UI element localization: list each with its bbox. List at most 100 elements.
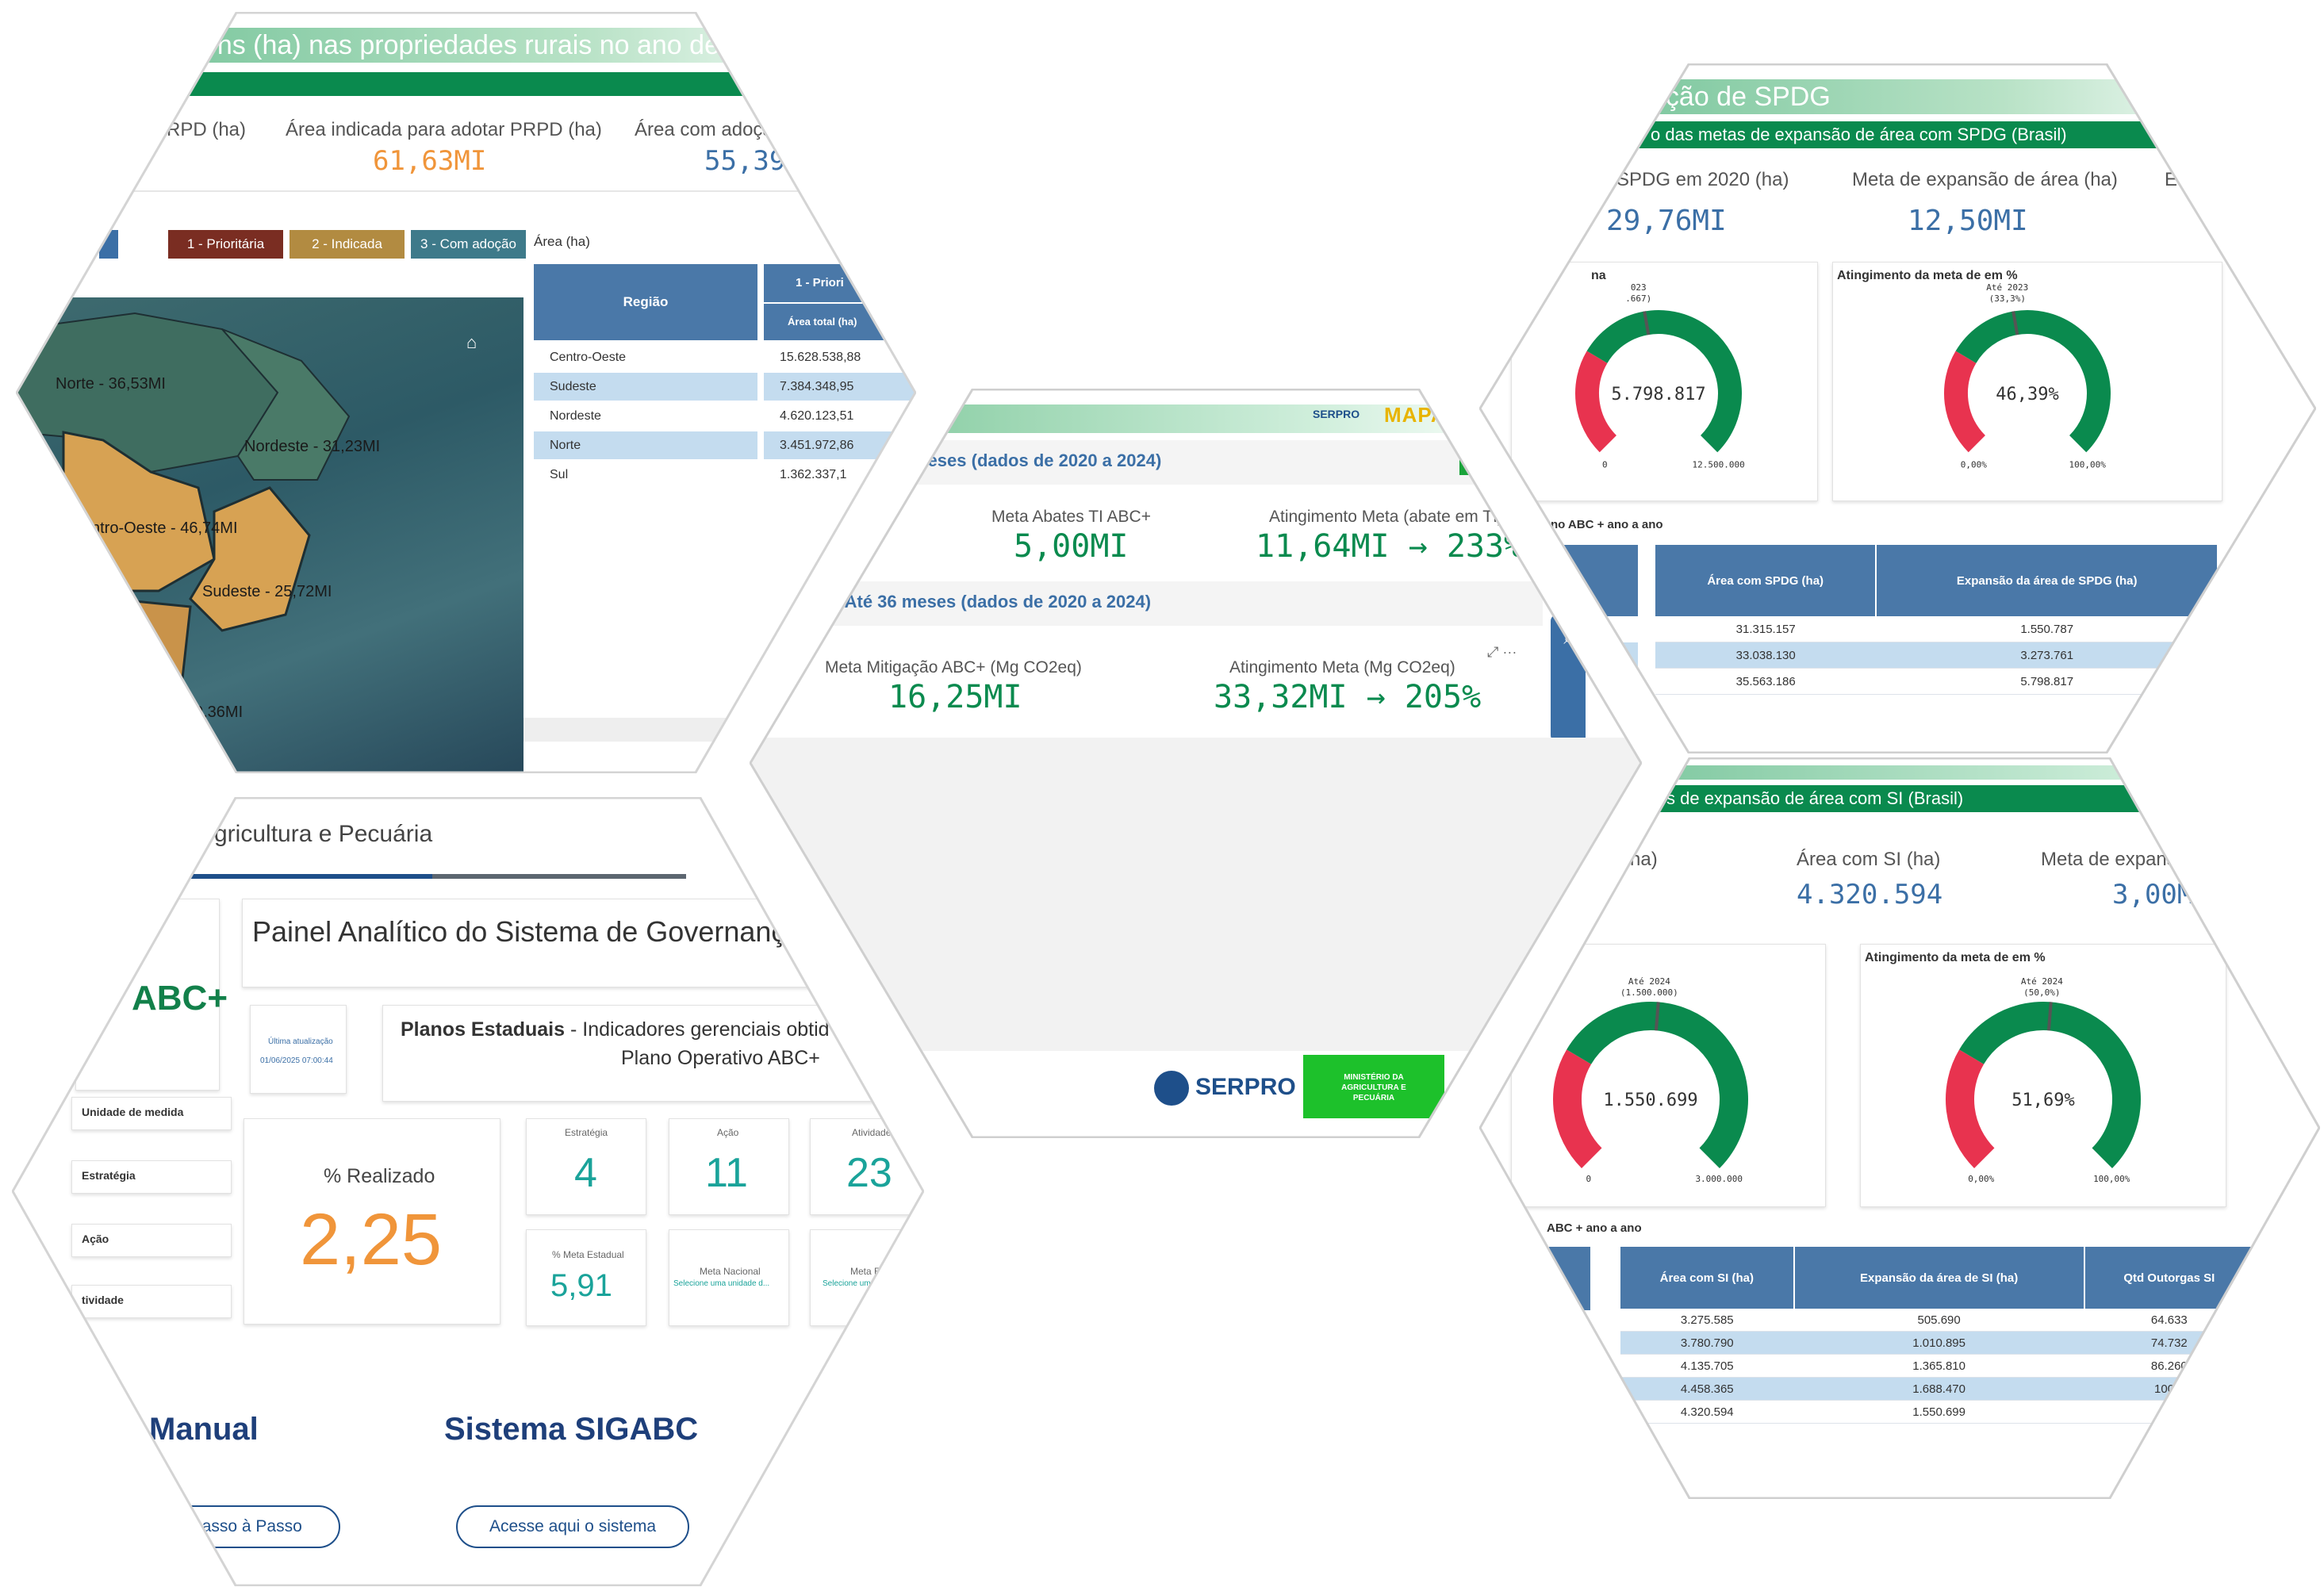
- center-blank-area: [750, 738, 1642, 1055]
- table-cell: 3.780.790: [1620, 1331, 1794, 1355]
- gauge-high-band: [1586, 310, 1742, 453]
- table-cell: 1.550.787: [1876, 616, 2218, 642]
- table-header-row: Área com SI (ha) Expansão da área de SI (…: [1620, 1247, 2256, 1309]
- hex-regional-map-panel: gens (ha) nas propriedades rurais no ano…: [16, 12, 916, 773]
- count-label: Ação: [717, 1127, 739, 1138]
- table-row[interactable]: 4.135.705 1.365.810 86.260: [1620, 1354, 2254, 1378]
- divider: [111, 190, 865, 192]
- count-label: Estratégia: [565, 1127, 608, 1138]
- region-table-body: Centro-Oeste 15.628.538,88 Sudeste 7.384.34…: [534, 343, 916, 490]
- kpi-label-atingimento-abate: Atingimento Meta (abate em TI): [1269, 508, 1503, 526]
- gauge-card-2: Atingimento da meta de em % 46,39% 0,00% 1…: [1832, 262, 2222, 501]
- kpi-value-area-si: 4.320.594: [1797, 879, 1943, 911]
- count-card-acao: Ação 11: [669, 1118, 789, 1215]
- ministry-footer-logo: MINISTÉRIO DA AGRICULTURA E PECUÁRIA: [1303, 1055, 1444, 1118]
- region-table-row[interactable]: Centro-Oeste 15.628.538,88: [534, 343, 916, 373]
- gauge-low-band: [1553, 1049, 1602, 1168]
- table-cell: 100.7: [2084, 1377, 2254, 1401]
- region-area-cell: 1.362.337,1: [764, 461, 916, 489]
- side-search-tab[interactable]: ⌕: [1551, 615, 1586, 742]
- gauge-high-band: [1567, 1002, 1748, 1168]
- region-table-row[interactable]: Norte 3.451.972,86: [534, 431, 916, 461]
- table-header-cell[interactable]: Expansão da área de SPDG (ha): [1876, 545, 2219, 616]
- table-row[interactable]: 3.275.585 505.690 64.633: [1620, 1309, 2254, 1332]
- filter-label: Unidade de medida: [82, 1106, 184, 1118]
- legend-indicada[interactable]: 2 - Indicada: [290, 230, 405, 259]
- kpi-value-atingimento-abate: 11,64MI → 233%: [1256, 528, 1524, 565]
- hex-spdg-panel: oção de SPDG o das metas de expansão de …: [1479, 63, 2316, 753]
- gauge-target-label: Até 2024: [2021, 976, 2063, 987]
- gauge-value-label: 1.550.699: [1603, 1091, 1697, 1110]
- update-label: Última atualização: [268, 1037, 333, 1046]
- gauge-value-label: 51,69%: [2011, 1091, 2074, 1110]
- plans-subtitle: Plano Operativo ABC+: [621, 1047, 820, 1069]
- table-row[interactable]: 4.458.365 1.688.470 100.7: [1620, 1377, 2254, 1401]
- table-cell: 1.010.895: [1793, 1331, 2084, 1355]
- filter-atividade[interactable]: tividade: [71, 1285, 232, 1318]
- table-cell: 505.690: [1793, 1309, 2084, 1332]
- filter-acao[interactable]: Ação: [71, 1224, 232, 1257]
- meta-nacional-hint: Selecione uma unidade d...: [673, 1279, 770, 1288]
- table-header-cell[interactable]: Área com SPDG (ha): [1655, 545, 1877, 616]
- region-area-cell: 15.628.538,88: [764, 343, 916, 371]
- meta-estadual-card: % Meta Estadual 5,91: [526, 1229, 646, 1326]
- legend-com-adocao[interactable]: 3 - Com adoção: [411, 230, 526, 259]
- count-value: 23: [846, 1150, 892, 1196]
- meta-esta-card: Meta Esta Selecione uma: [810, 1229, 924, 1326]
- mapa-logo-small: MAPA: [1384, 403, 1447, 427]
- si-table-left-band: [1549, 1247, 1590, 1310]
- region-table-header-col: 1 - Priori: [764, 264, 916, 302]
- map-home-icon[interactable]: ⌂: [466, 333, 485, 352]
- si-table: Área com SI (ha) Expansão da área de SI (…: [1620, 1247, 2256, 1424]
- kpi-value-area-adocao: 55,39M: [704, 145, 802, 177]
- meta-nacional-label: Meta Nacional: [700, 1266, 761, 1277]
- filter-label: Estratégia: [82, 1169, 136, 1182]
- realizado-value: 2,25: [300, 1199, 443, 1280]
- region-area-cell: 4.620.123,51: [764, 402, 916, 430]
- realizado-label: % Realizado: [324, 1165, 435, 1187]
- realizado-card: % Realizado 2,25: [244, 1118, 500, 1325]
- panel-title: Painel Analítico do Sistema de Governanç: [252, 915, 786, 948]
- table-row[interactable]: 3.780.790 1.010.895 74.732: [1620, 1331, 2254, 1355]
- map-label-norte: Norte - 36,53MI: [56, 375, 166, 393]
- region-table-row[interactable]: Nordeste 4.620.123,51: [534, 402, 916, 431]
- gauge-target-label: Até 2024: [1628, 976, 1670, 987]
- count-value: 11: [705, 1150, 748, 1196]
- region-name-cell: Sudeste: [534, 373, 757, 401]
- table-header-cell[interactable]: Qtd Outorgas SI: [2084, 1247, 2256, 1309]
- region-table-row[interactable]: Sul 1.362.337,1: [534, 461, 916, 490]
- kpi-label-ha: ha): [1630, 849, 1658, 870]
- region-name-cell: Nordeste: [534, 402, 757, 430]
- gauge-si-area: 1.550.699 0 3.000.000 Até 2024(1.500.000): [1553, 976, 1748, 1184]
- count-card-atividade: Atividade 23: [810, 1118, 924, 1215]
- gauge-value-label: 5.798.817: [1611, 385, 1705, 404]
- table-header-row: Área com SPDG (ha) Expansão da área de SP…: [1655, 545, 2219, 616]
- kpi-value-meta-expansao: 12,50MI: [1908, 205, 2028, 237]
- gauge-max-label: 3.000.000: [1695, 1174, 1743, 1184]
- gauge-high-band: [1955, 310, 2111, 453]
- filter-label: tividade: [82, 1294, 124, 1306]
- kpi-label-area-si: Área com SI (ha): [1797, 849, 1941, 870]
- filter-estrategia[interactable]: Estratégia: [71, 1160, 232, 1194]
- table-cell: 3.273.761: [1876, 642, 2218, 669]
- region-table-row[interactable]: Sudeste 7.384.348,95: [534, 373, 916, 402]
- table-cell: 86.260: [2084, 1354, 2254, 1378]
- region-map[interactable]: ⌂ Norte - 36,53MI Nordeste - 31,23MI ntr…: [16, 297, 523, 773]
- table-cell: 4.135.705: [1620, 1354, 1794, 1378]
- table-header-cell[interactable]: Área com SI (ha): [1620, 1247, 1795, 1309]
- filter-unidade[interactable]: Unidade de medida: [71, 1097, 232, 1130]
- si-banner: [1638, 765, 2146, 780]
- manual-button[interactable]: o Passo à Passo: [139, 1505, 340, 1548]
- table-row[interactable]: 31.315.157 1.550.787: [1655, 616, 2218, 642]
- expand-icon[interactable]: ⤢ ⋯: [1487, 644, 1543, 666]
- sistema-button[interactable]: Acesse aqui o sistema: [456, 1505, 689, 1548]
- legend-prioritaria[interactable]: 1 - Prioritária: [168, 230, 283, 259]
- table-row[interactable]: 33.038.130 3.273.761: [1655, 642, 2218, 669]
- table-row[interactable]: 35.563.186 5.798.817: [1655, 668, 2218, 695]
- kpi-label-area-adocao: Área com adoção: [635, 119, 784, 140]
- table-header-cell[interactable]: Expansão da área de SI (ha): [1793, 1247, 2085, 1309]
- tab-title[interactable]: gricultura e Pecuária: [214, 821, 432, 848]
- panel-banner: gens (ha) nas propriedades rurais no ano…: [174, 28, 758, 95]
- area-label: Área (ha): [534, 234, 590, 249]
- table-row[interactable]: 4.320.594 1.550.699 10: [1620, 1400, 2254, 1424]
